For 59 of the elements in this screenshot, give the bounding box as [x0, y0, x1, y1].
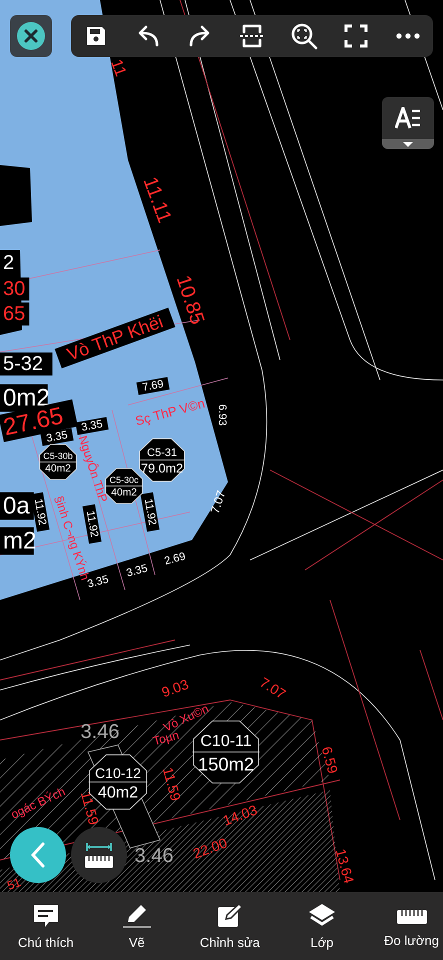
zoom-icon [290, 22, 318, 50]
dimension-tag: 11.92 [140, 492, 160, 532]
road-label: 30 [0, 278, 30, 300]
dimension-tag: 5-32 [0, 352, 52, 376]
building-block [0, 165, 32, 226]
save-icon [85, 25, 107, 47]
ruler-icon [83, 840, 115, 870]
nav-tab[interactable]: Chỉnh sửa [200, 902, 260, 950]
dimension-label: 13.64 [332, 847, 358, 885]
dimension-label: 11 [107, 57, 129, 79]
owner-label: Sç ThP V©n [134, 396, 206, 428]
dimension-label: 3.35 [125, 562, 149, 580]
more-icon [396, 33, 420, 39]
dimension-label: 6.93 [216, 404, 228, 426]
lot-area: 79.0m2 [140, 461, 184, 476]
lot-area: 40m2 [98, 784, 138, 802]
chevron-left-icon [30, 842, 46, 868]
lot-number: C5-30c [110, 475, 138, 486]
nav-tab[interactable]: Đo lường [384, 904, 439, 948]
lot-number: C10-12 [95, 764, 141, 781]
lot-area: 150m2 [198, 754, 254, 774]
nav-tab[interactable]: Lớp [308, 902, 336, 950]
road-label: Vò ThP Khëi [54, 308, 176, 368]
dimension-tag: 2 [0, 252, 18, 274]
layers-icon [308, 902, 336, 928]
dimension-label: 14.03 [220, 802, 260, 828]
dimension-tag: 11.92 [82, 504, 102, 544]
dimension-tag: 0a [0, 492, 34, 520]
dimension-label: 2.69 [163, 550, 187, 568]
nav-tab[interactable]: Chú thích [18, 902, 74, 950]
zoom-fit-button[interactable] [289, 21, 319, 51]
lot-number: C10-11 [200, 733, 252, 750]
dimension-label: 7.07 [208, 488, 228, 516]
edit-icon [216, 902, 244, 928]
nav-tab[interactable]: Vẽ [122, 902, 152, 950]
dimension-tag: 3.35 [75, 417, 109, 435]
text-style-icon [395, 107, 421, 129]
caret-icon [403, 142, 413, 146]
close-button[interactable] [10, 15, 52, 57]
dimension-label: 11.59 [160, 766, 184, 802]
dimension-label: 3.46 [80, 721, 120, 743]
text-style-button[interactable] [382, 97, 434, 149]
dimension-label: 6.59 [318, 744, 342, 776]
dimension-label: 22.00 [190, 834, 230, 862]
lot-number: C5-31 [147, 446, 177, 459]
pencil-icon [122, 902, 152, 928]
dimension-label: 11.11 [138, 174, 176, 226]
dimension-tag: 7.69 [136, 377, 170, 395]
lot-number: C5-30b [43, 451, 73, 462]
lot-area: 40m2 [45, 463, 71, 474]
close-icon [16, 21, 46, 51]
fullscreen-icon [344, 24, 368, 48]
dimension-label: 51 [5, 875, 23, 892]
lot-area: 40m2 [111, 487, 137, 498]
comment-icon [32, 902, 60, 928]
owner-label: ogác BÝch [8, 784, 68, 822]
dimension-label: 9.03 [159, 676, 191, 700]
section-icon [239, 23, 265, 49]
dimension-label: 7.07 [257, 674, 289, 702]
